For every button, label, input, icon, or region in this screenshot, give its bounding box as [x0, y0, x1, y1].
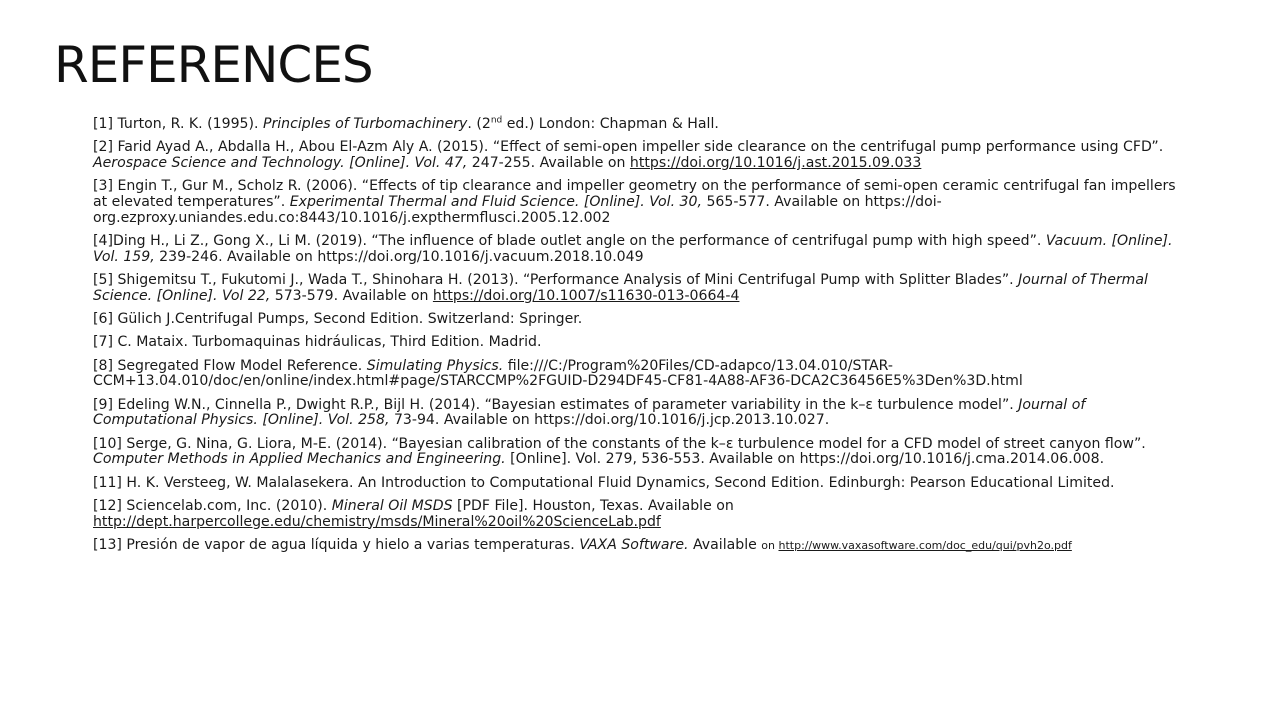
- ref-link[interactable]: http://www.vaxasoftware.com/doc_edu/qui/…: [778, 539, 1071, 552]
- ref-italic: Principles of Turbomachinery: [262, 116, 468, 132]
- ref-italic: Computer Methods in Applied Mechanics an…: [93, 451, 506, 468]
- ref-text: ed.) London: Chapman & Hall.: [502, 116, 719, 132]
- reference-4: [4]Ding H., Li Z., Gong X., Li M. (2019)…: [93, 232, 1188, 265]
- ref-text: [Online]. Vol. 279, 536-553. Available o…: [505, 451, 1105, 468]
- reference-10: [10] Serge, G. Nina, G. Liora, M-E. (201…: [93, 435, 1188, 468]
- ref-text: 239-246. Available on https://doi.org/10…: [154, 248, 644, 265]
- ref-text: 73-94. Available on https://doi.org/10.1…: [389, 412, 830, 429]
- ref-link[interactable]: https://doi.org/10.1007/s11630-013-0664-…: [433, 288, 740, 304]
- reference-7: [7] C. Mataix. Turbomaquinas hidráulicas…: [93, 335, 1188, 351]
- ref-text: Available: [688, 537, 762, 554]
- ref-text: [5] Shigemitsu T., Fukutomi J., Wada T.,…: [93, 271, 1019, 288]
- reference-2: [2] Farid Ayad A., Abdalla H., Abou El-A…: [93, 140, 1188, 171]
- ref-text: [10] Serge, G. Nina, G. Liora, M-E. (201…: [93, 435, 1146, 452]
- reference-6: [6] Gülich J.Centrifugal Pumps, Second E…: [93, 310, 1188, 328]
- ref-italic: Mineral Oil MSDS: [331, 498, 453, 515]
- ref-italic: Simulating Physics.: [366, 357, 504, 374]
- ref-text: [11] H. K. Versteeg, W. Malalasekera. An…: [93, 474, 1115, 491]
- ref-link[interactable]: http://dept.harpercollege.edu/chemistry/…: [93, 514, 661, 530]
- ref-link[interactable]: https://doi.org/10.1016/j.ast.2015.09.03…: [630, 155, 921, 171]
- ref-italic: Aerospace Science and Technology. [Onlin…: [93, 154, 468, 171]
- ref-text: [4]Ding H., Li Z., Gong X., Li M. (2019)…: [93, 232, 1046, 249]
- ref-text: [PDF File]. Houston, Texas. Available on: [452, 498, 734, 515]
- ref-superscript: nd: [490, 115, 503, 126]
- ref-text: [9] Edeling W.N., Cinnella P., Dwight R.…: [93, 396, 1019, 413]
- reference-11: [11] H. K. Versteeg, W. Malalasekera. An…: [93, 474, 1188, 492]
- ref-text-small: on: [761, 539, 779, 553]
- references-list: [1] Turton, R. K. (1995). Principles of …: [93, 115, 1188, 561]
- reference-12: [12] Sciencelab.com, Inc. (2010). Minera…: [93, 498, 1188, 530]
- ref-text: [8] Segregated Flow Model Reference.: [93, 357, 367, 374]
- ref-italic: Experimental Thermal and Fluid Science. …: [289, 193, 702, 210]
- slide-title: REFERENCES: [54, 36, 374, 94]
- ref-text: [12] Sciencelab.com, Inc. (2010).: [93, 498, 332, 515]
- ref-text: 573-579. Available on: [270, 287, 433, 304]
- ref-italic: VAXA Software.: [579, 537, 689, 554]
- reference-9: [9] Edeling W.N., Cinnella P., Dwight R.…: [93, 396, 1188, 429]
- reference-8: [8] Segregated Flow Model Reference. Sim…: [93, 357, 1188, 390]
- ref-text: [6] Gülich J.Centrifugal Pumps, Second E…: [93, 310, 583, 327]
- ref-text: [2] Farid Ayad A., Abdalla H., Abou El-A…: [93, 139, 1164, 156]
- ref-text: 247-255. Available on: [467, 154, 630, 171]
- ref-text: [1] Turton, R. K. (1995).: [93, 116, 263, 132]
- ref-text: . (2: [467, 116, 491, 132]
- reference-13: [13] Presión de vapor de agua líquida y …: [93, 537, 1188, 554]
- ref-text: [7] C. Mataix. Turbomaquinas hidráulicas…: [93, 334, 542, 351]
- ref-text: [13] Presión de vapor de agua líquida y …: [93, 537, 580, 554]
- reference-5: [5] Shigemitsu T., Fukutomi J., Wada T.,…: [93, 271, 1188, 304]
- reference-1: [1] Turton, R. K. (1995). Principles of …: [93, 115, 1188, 133]
- reference-3: [3] Engin T., Gur M., Scholz R. (2006). …: [93, 179, 1188, 226]
